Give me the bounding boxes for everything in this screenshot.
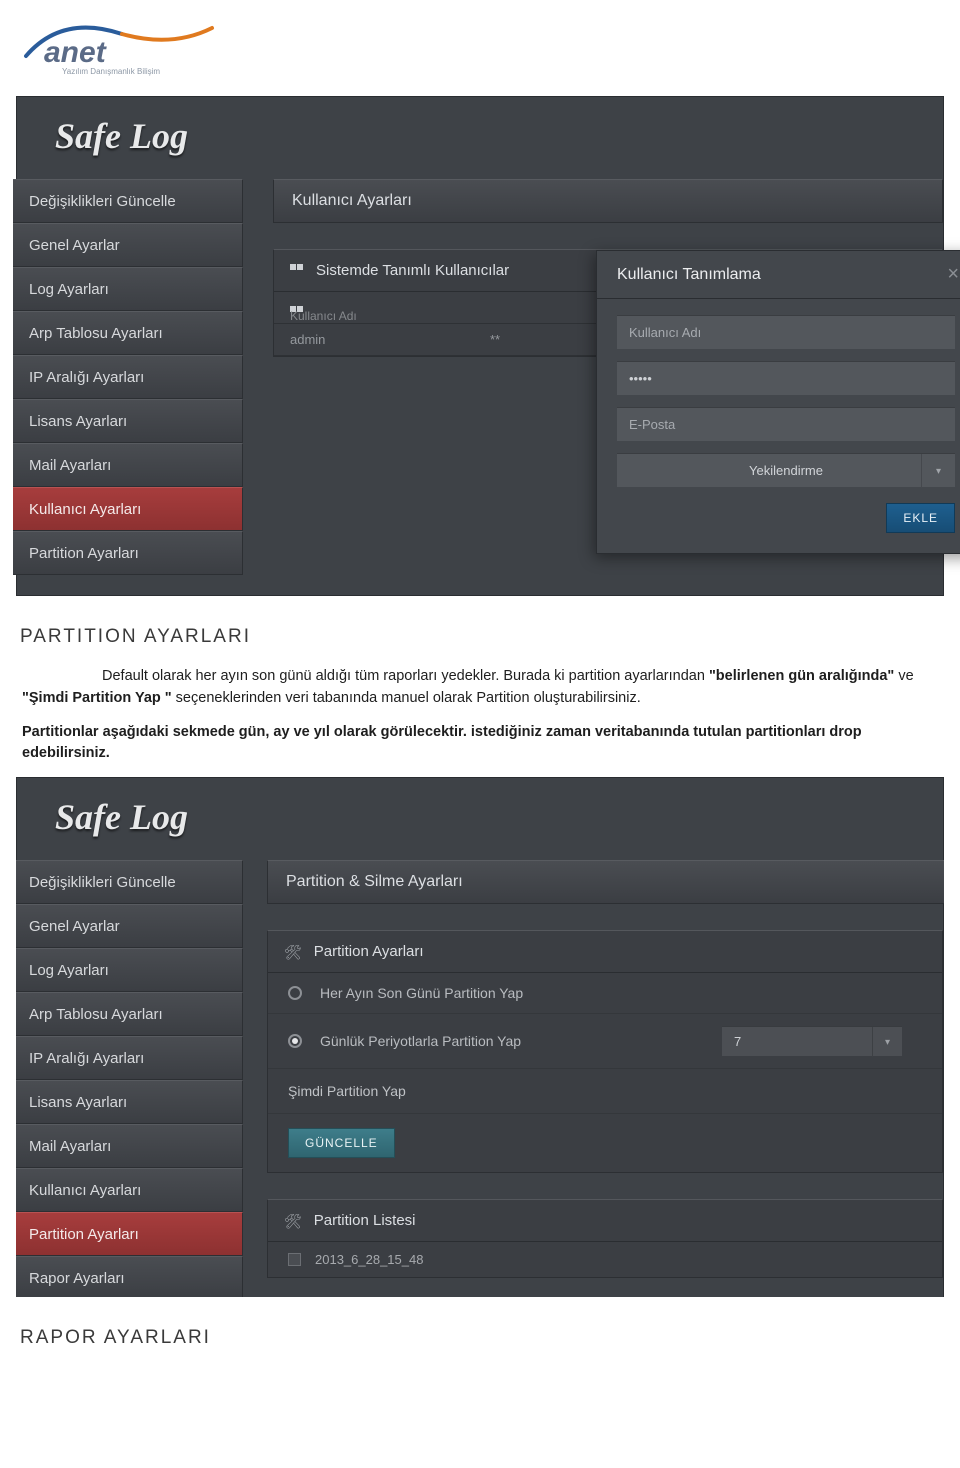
app-screenshot-partition-settings: Safe Log Değişiklikleri Güncelle Genel A…	[16, 777, 944, 1297]
period-select[interactable]: 7 ▾	[722, 1026, 902, 1056]
sidebar-item-users[interactable]: Kullanıcı Ayarları	[16, 1168, 243, 1212]
option-monthly[interactable]: Her Ayın Son Günü Partition Yap	[268, 973, 942, 1014]
partition-list-header: 🛠 Partition Listesi	[268, 1200, 942, 1242]
sidebar-item-ip-range[interactable]: IP Aralığı Ayarları	[16, 1036, 243, 1080]
close-icon[interactable]: ×	[947, 263, 959, 286]
radio-icon[interactable]	[288, 1034, 302, 1048]
option-now[interactable]: Şimdi Partition Yap	[268, 1069, 942, 1114]
chevron-down-icon: ▾	[872, 1027, 902, 1057]
modal-title: Kullanıcı Tanımlama	[617, 266, 761, 284]
checkbox[interactable]	[288, 1253, 301, 1266]
radio-icon[interactable]	[288, 986, 302, 1000]
authorization-select[interactable]: Yekilendirme ▾	[617, 453, 955, 487]
list-item[interactable]: 2013_6_28_15_48	[268, 1242, 942, 1277]
doc-paragraph: Partitionlar aşağıdaki sekmede gün, ay v…	[22, 722, 938, 766]
option-daily[interactable]: Günlük Periyotlarla Partition Yap 7 ▾	[268, 1014, 942, 1069]
sidebar-item-partition[interactable]: Partition Ayarları	[13, 531, 243, 575]
sidebar-item-mail[interactable]: Mail Ayarları	[16, 1124, 243, 1168]
wrench-icon: 🛠	[284, 1200, 302, 1242]
update-button[interactable]: GÜNCELLE	[288, 1128, 395, 1158]
sidebar: Değişiklikleri Güncelle Genel Ayarlar Lo…	[13, 179, 243, 575]
section-header-user-settings: Kullanıcı Ayarları	[273, 179, 943, 223]
app-screenshot-user-settings: Safe Log Değişiklikleri Güncelle Genel A…	[16, 96, 944, 596]
wrench-icon: 🛠	[284, 931, 302, 973]
sidebar-item-arp[interactable]: Arp Tablosu Ayarları	[16, 992, 243, 1036]
svg-text:Yazılım Danışmanlık Bilişim: Yazılım Danışmanlık Bilişim	[62, 67, 160, 76]
chevron-down-icon: ▾	[921, 454, 955, 488]
sidebar-item-partition[interactable]: Partition Ayarları	[16, 1212, 243, 1256]
sidebar-item-general[interactable]: Genel Ayarlar	[13, 223, 243, 267]
sidebar-item-log[interactable]: Log Ayarları	[16, 948, 243, 992]
sidebar-item-mail[interactable]: Mail Ayarları	[13, 443, 243, 487]
username-input[interactable]	[617, 315, 955, 349]
sidebar-item-report[interactable]: Rapor Ayarları	[16, 1256, 243, 1297]
sidebar-item-arp[interactable]: Arp Tablosu Ayarları	[13, 311, 243, 355]
grid-icon	[290, 264, 304, 278]
section-heading-partition: PARTITION AYARLARI	[20, 626, 944, 648]
password-input[interactable]	[617, 361, 955, 395]
col-user: Kullanıcı Adı	[274, 292, 474, 323]
email-input[interactable]	[617, 407, 955, 441]
partition-settings-header: 🛠 Partition Ayarları	[268, 931, 942, 973]
brand-logo: anet Yazılım Danışmanlık Bilişim	[16, 12, 944, 96]
app-title: Safe Log	[55, 116, 188, 156]
sidebar-item-general[interactable]: Genel Ayarlar	[16, 904, 243, 948]
sidebar-item-users[interactable]: Kullanıcı Ayarları	[13, 487, 243, 531]
app-title: Safe Log	[55, 797, 188, 837]
add-button[interactable]: EKLE	[886, 503, 955, 533]
sidebar-item-log[interactable]: Log Ayarları	[13, 267, 243, 311]
section-heading-report: RAPOR AYARLARI	[20, 1327, 944, 1349]
doc-paragraph: Default olarak her ayın son günü aldığı …	[22, 666, 938, 710]
sidebar-item-sync[interactable]: Değişiklikleri Güncelle	[16, 860, 243, 904]
svg-text:anet: anet	[44, 36, 108, 69]
sidebar-item-sync[interactable]: Değişiklikleri Güncelle	[13, 179, 243, 223]
section-header-partition: Partition & Silme Ayarları	[267, 860, 944, 904]
sidebar-item-ip-range[interactable]: IP Aralığı Ayarları	[13, 355, 243, 399]
user-create-modal: Kullanıcı Tanımlama × Yekilendirme ▾	[596, 250, 960, 554]
sidebar-item-license[interactable]: Lisans Ayarları	[16, 1080, 243, 1124]
sidebar: Değişiklikleri Güncelle Genel Ayarlar Lo…	[16, 860, 243, 1297]
sidebar-item-license[interactable]: Lisans Ayarları	[13, 399, 243, 443]
